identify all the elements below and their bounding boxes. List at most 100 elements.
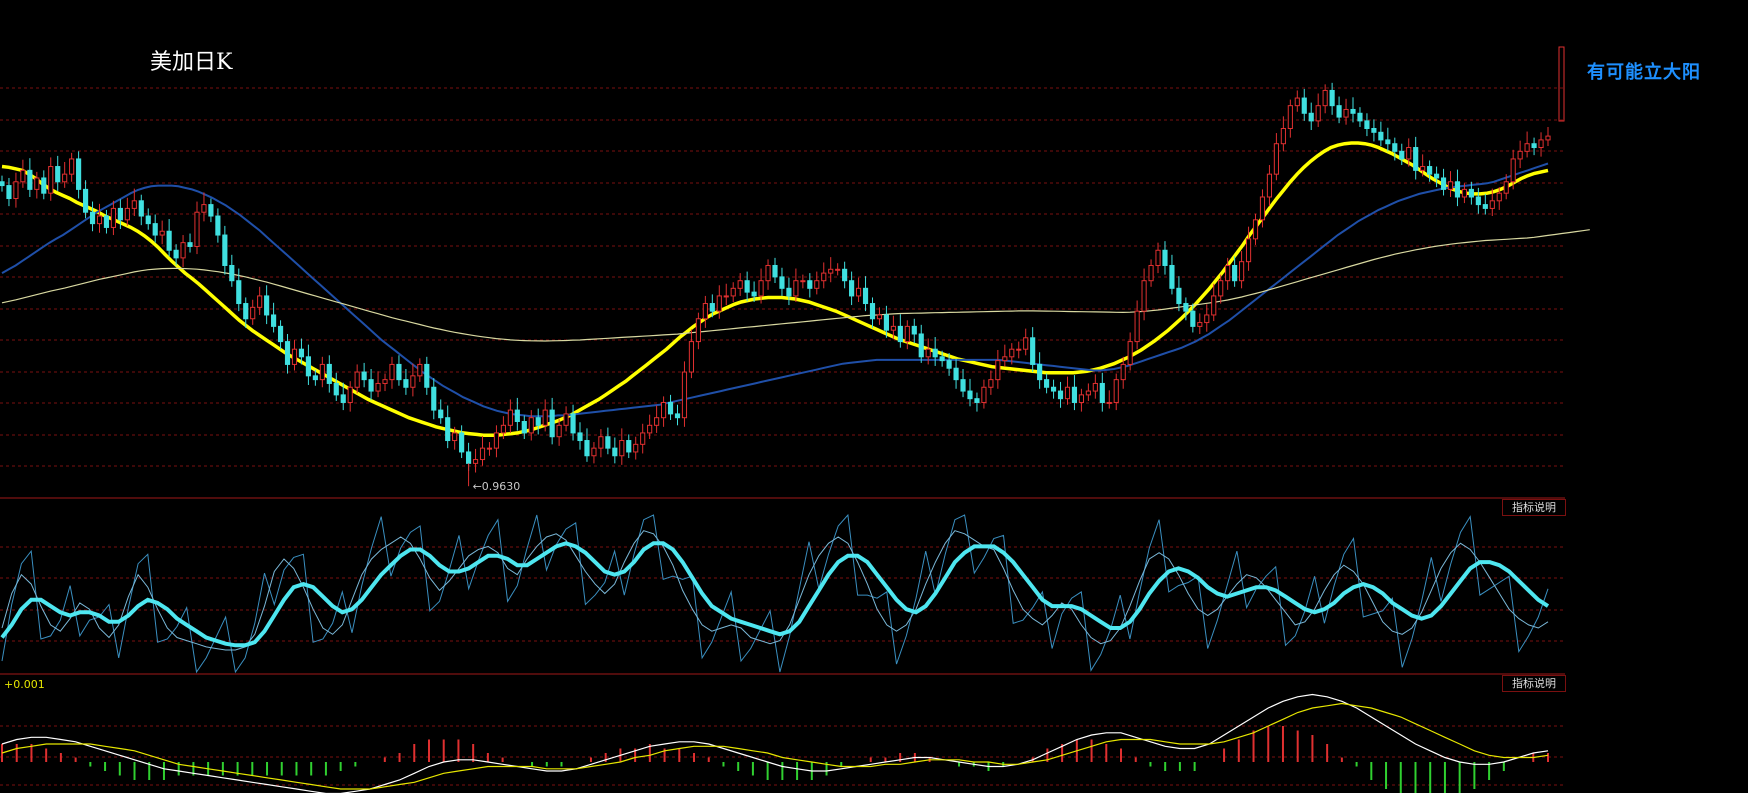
- up-candle: [737, 280, 743, 289]
- up-candle: [640, 432, 646, 445]
- kline-chart[interactable]: [0, 0, 1748, 793]
- up-candle: [1420, 166, 1426, 171]
- up-candle: [730, 287, 736, 297]
- price-panel[interactable]: [0, 46, 1590, 487]
- down-candle: [577, 432, 583, 442]
- candle: [654, 405, 660, 433]
- candle: [1266, 165, 1273, 207]
- up-candle: [159, 230, 165, 236]
- down-candle: [1169, 264, 1175, 289]
- candle: [166, 219, 172, 257]
- up-candle: [688, 341, 695, 373]
- candle: [493, 425, 500, 458]
- up-candle: [660, 401, 667, 419]
- candle: [1454, 169, 1461, 207]
- down-candle: [1057, 390, 1064, 400]
- up-candle: [1538, 139, 1544, 149]
- candle: [911, 318, 917, 344]
- up-candle: [486, 447, 493, 450]
- candle: [633, 436, 639, 460]
- candle: [326, 355, 332, 393]
- up-candle: [1545, 135, 1551, 141]
- down-candle: [340, 394, 346, 403]
- candle: [507, 399, 513, 433]
- down-candle: [1183, 303, 1189, 312]
- candle: [821, 262, 827, 289]
- down-candle: [779, 276, 785, 289]
- down-candle: [1475, 196, 1481, 206]
- up-candle: [257, 295, 263, 308]
- low-price-label: ←0.9630: [472, 480, 521, 494]
- down-candle: [584, 440, 590, 457]
- candle: [897, 314, 903, 348]
- candle: [619, 428, 625, 465]
- down-candle: [222, 234, 228, 266]
- candle: [688, 329, 695, 379]
- down-candle: [1044, 379, 1050, 388]
- down-candle: [744, 280, 750, 293]
- down-candle: [1301, 97, 1307, 114]
- up-candle: [1496, 192, 1502, 202]
- indicator-info-button-2[interactable]: 指标说明: [1502, 675, 1566, 692]
- candle: [201, 192, 207, 222]
- candle: [62, 161, 68, 188]
- up-candle: [382, 379, 388, 384]
- up-candle: [793, 280, 799, 297]
- candle: [793, 268, 799, 303]
- candle: [1545, 126, 1551, 146]
- candle: [667, 394, 674, 420]
- up-candle: [598, 436, 604, 449]
- candle: [563, 406, 569, 432]
- candle: [904, 320, 910, 350]
- up-candle: [591, 447, 597, 457]
- down-candle: [1392, 143, 1398, 152]
- down-candle: [883, 314, 890, 331]
- up-candle: [563, 413, 569, 426]
- up-candle: [124, 207, 130, 221]
- up-candle: [1148, 264, 1154, 282]
- down-candle: [215, 215, 221, 236]
- candle: [772, 257, 778, 283]
- down-candle: [960, 379, 966, 392]
- up-candle: [1239, 261, 1245, 282]
- up-candle: [291, 348, 298, 365]
- up-candle: [528, 417, 534, 434]
- down-candle: [1030, 337, 1036, 365]
- candle: [1252, 213, 1259, 245]
- up-candle: [1002, 356, 1008, 362]
- candle: [486, 442, 493, 456]
- down-candle: [807, 280, 813, 289]
- down-candle: [626, 440, 632, 453]
- down-candle: [1440, 177, 1447, 190]
- macd-panel[interactable]: [1, 693, 1549, 793]
- up-candle: [1009, 348, 1015, 358]
- candle: [1071, 375, 1078, 411]
- up-candle: [180, 242, 186, 259]
- up-candle: [890, 325, 896, 331]
- down-candle: [82, 188, 89, 213]
- up-candle: [702, 303, 708, 320]
- up-candle: [619, 440, 625, 457]
- candle: [69, 152, 75, 182]
- up-candle: [375, 382, 381, 392]
- up-candle: [1259, 196, 1266, 221]
- candle: [1273, 133, 1279, 181]
- candle: [1524, 131, 1530, 158]
- candle: [1211, 283, 1217, 322]
- candle: [1447, 171, 1454, 197]
- candle: [1413, 136, 1419, 180]
- down-candle: [76, 158, 82, 190]
- candle: [305, 344, 311, 385]
- oscillator-panel[interactable]: [0, 513, 1550, 674]
- down-candle: [897, 325, 903, 343]
- candle: [333, 372, 339, 401]
- indicator-info-button[interactable]: 指标说明: [1502, 499, 1566, 516]
- down-candle: [229, 264, 235, 282]
- candle: [605, 427, 611, 455]
- up-candle: [758, 280, 764, 297]
- candle: [1364, 113, 1370, 137]
- osc-d-line: [0, 541, 1550, 648]
- up-candle: [995, 360, 1001, 381]
- down-candle: [466, 451, 472, 464]
- down-candle: [932, 348, 938, 358]
